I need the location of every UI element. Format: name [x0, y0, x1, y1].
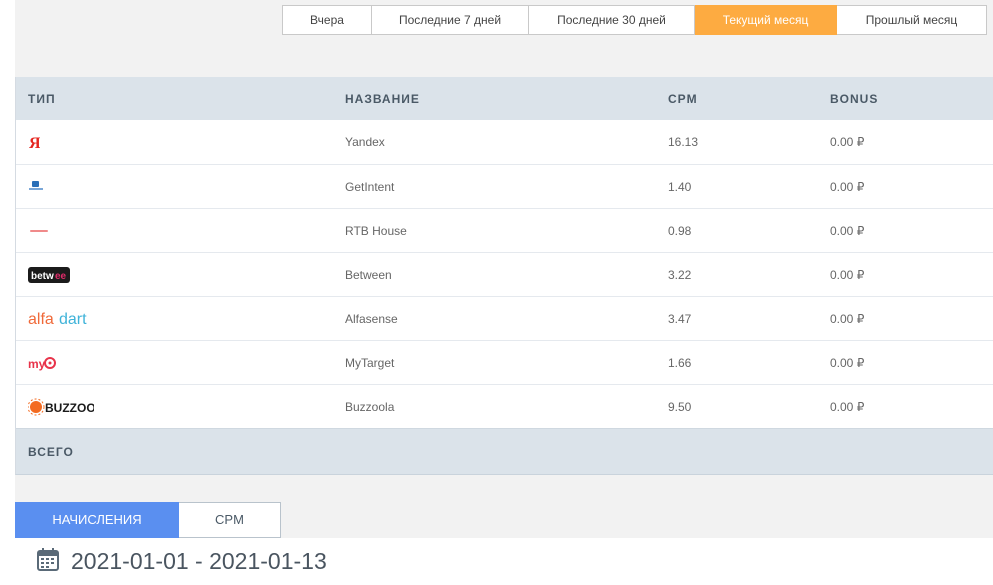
svg-text:ee: ee — [55, 271, 67, 282]
network-bonus: 0.00 ₽ — [830, 135, 865, 149]
table-header: ТИП НАЗВАНИЕ CPM BONUS — [16, 77, 993, 120]
period-last-month[interactable]: Прошлый месяц — [837, 5, 987, 35]
table-row: alfa dart Alfasense 3.47 0.00 ₽ — [16, 296, 993, 340]
network-bonus: 0.00 ₽ — [830, 223, 865, 238]
yandex-logo: Я — [28, 134, 40, 150]
calendar-icon[interactable] — [37, 547, 59, 576]
table-row: Я Yandex 16.13 0.00 ₽ — [16, 120, 993, 164]
network-name: MyTarget — [345, 355, 395, 370]
date-range-bar[interactable]: 2021-01-01 - 2021-01-13 — [15, 538, 993, 585]
network-cpm: 9.50 — [668, 399, 692, 414]
table-row: BUZZOOLA Buzzoola 9.50 0.00 ₽ — [16, 384, 993, 428]
network-name: Alfasense — [345, 311, 398, 326]
svg-text:alfa: alfa — [28, 311, 54, 328]
network-cpm: 1.40 — [668, 179, 692, 194]
networks-table: ТИП НАЗВАНИЕ CPM BONUS Я Yandex 16.13 0.… — [15, 77, 993, 475]
svg-text:BUZZOOLA: BUZZOOLA — [45, 401, 94, 415]
total-label: ВСЕГО — [28, 444, 74, 459]
between-logo: betw ee — [28, 266, 70, 283]
table-footer: ВСЕГО — [16, 428, 993, 474]
header-type: ТИП — [28, 91, 56, 106]
network-cpm: 3.22 — [668, 267, 692, 282]
svg-text:my: my — [28, 357, 46, 371]
network-name: Buzzoola — [345, 399, 395, 414]
network-cpm: 16.13 — [668, 135, 699, 149]
table-row: GetIntent 1.40 0.00 ₽ — [16, 164, 993, 208]
svg-text:dart: dart — [59, 311, 87, 328]
network-name: Between — [345, 267, 392, 282]
period-last-7-days[interactable]: Последние 7 дней — [372, 5, 529, 35]
rtbhouse-logo — [28, 228, 50, 234]
period-current-month[interactable]: Текущий месяц — [695, 5, 837, 35]
header-bonus: BONUS — [830, 91, 879, 106]
getintent-logo — [28, 180, 44, 194]
network-name: GetIntent — [345, 179, 395, 194]
left-border-strip — [0, 0, 15, 585]
table-row: betw ee Between 3.22 0.00 ₽ — [16, 252, 993, 296]
alfadart-logo: alfa dart — [28, 310, 96, 328]
network-bonus: 0.00 ₽ — [830, 399, 865, 414]
svg-text:Я: Я — [29, 135, 40, 150]
network-bonus: 0.00 ₽ — [830, 179, 865, 194]
period-yesterday[interactable]: Вчера — [282, 5, 372, 35]
network-bonus: 0.00 ₽ — [830, 355, 865, 370]
period-last-30-days[interactable]: Последние 30 дней — [529, 5, 695, 35]
network-cpm: 1.66 — [668, 355, 692, 370]
network-bonus: 0.00 ₽ — [830, 311, 865, 326]
svg-text:betw: betw — [31, 271, 54, 282]
table-row: RTB House 0.98 0.00 ₽ — [16, 208, 993, 252]
network-bonus: 0.00 ₽ — [830, 267, 865, 282]
table-body: Я Yandex 16.13 0.00 ₽ GetIntent 1.40 0.0… — [16, 120, 993, 428]
network-name: Yandex — [345, 135, 385, 149]
date-range-value[interactable]: 2021-01-01 - 2021-01-13 — [71, 548, 327, 575]
table-row: my MyTarget 1.66 0.00 ₽ — [16, 340, 993, 384]
view-tabs: НАЧИСЛЕНИЯ CPM — [15, 502, 281, 538]
tab-cpm[interactable]: CPM — [179, 502, 281, 538]
network-name: RTB House — [345, 223, 407, 238]
buzzoola-logo: BUZZOOLA — [28, 398, 94, 416]
period-filter: Вчера Последние 7 дней Последние 30 дней… — [282, 5, 987, 35]
header-cpm: CPM — [668, 91, 698, 106]
network-cpm: 0.98 — [668, 223, 692, 238]
tab-accruals[interactable]: НАЧИСЛЕНИЯ — [15, 502, 179, 538]
header-name: НАЗВАНИЕ — [345, 91, 420, 106]
network-cpm: 3.47 — [668, 311, 692, 326]
mytarget-logo: my — [28, 355, 58, 371]
